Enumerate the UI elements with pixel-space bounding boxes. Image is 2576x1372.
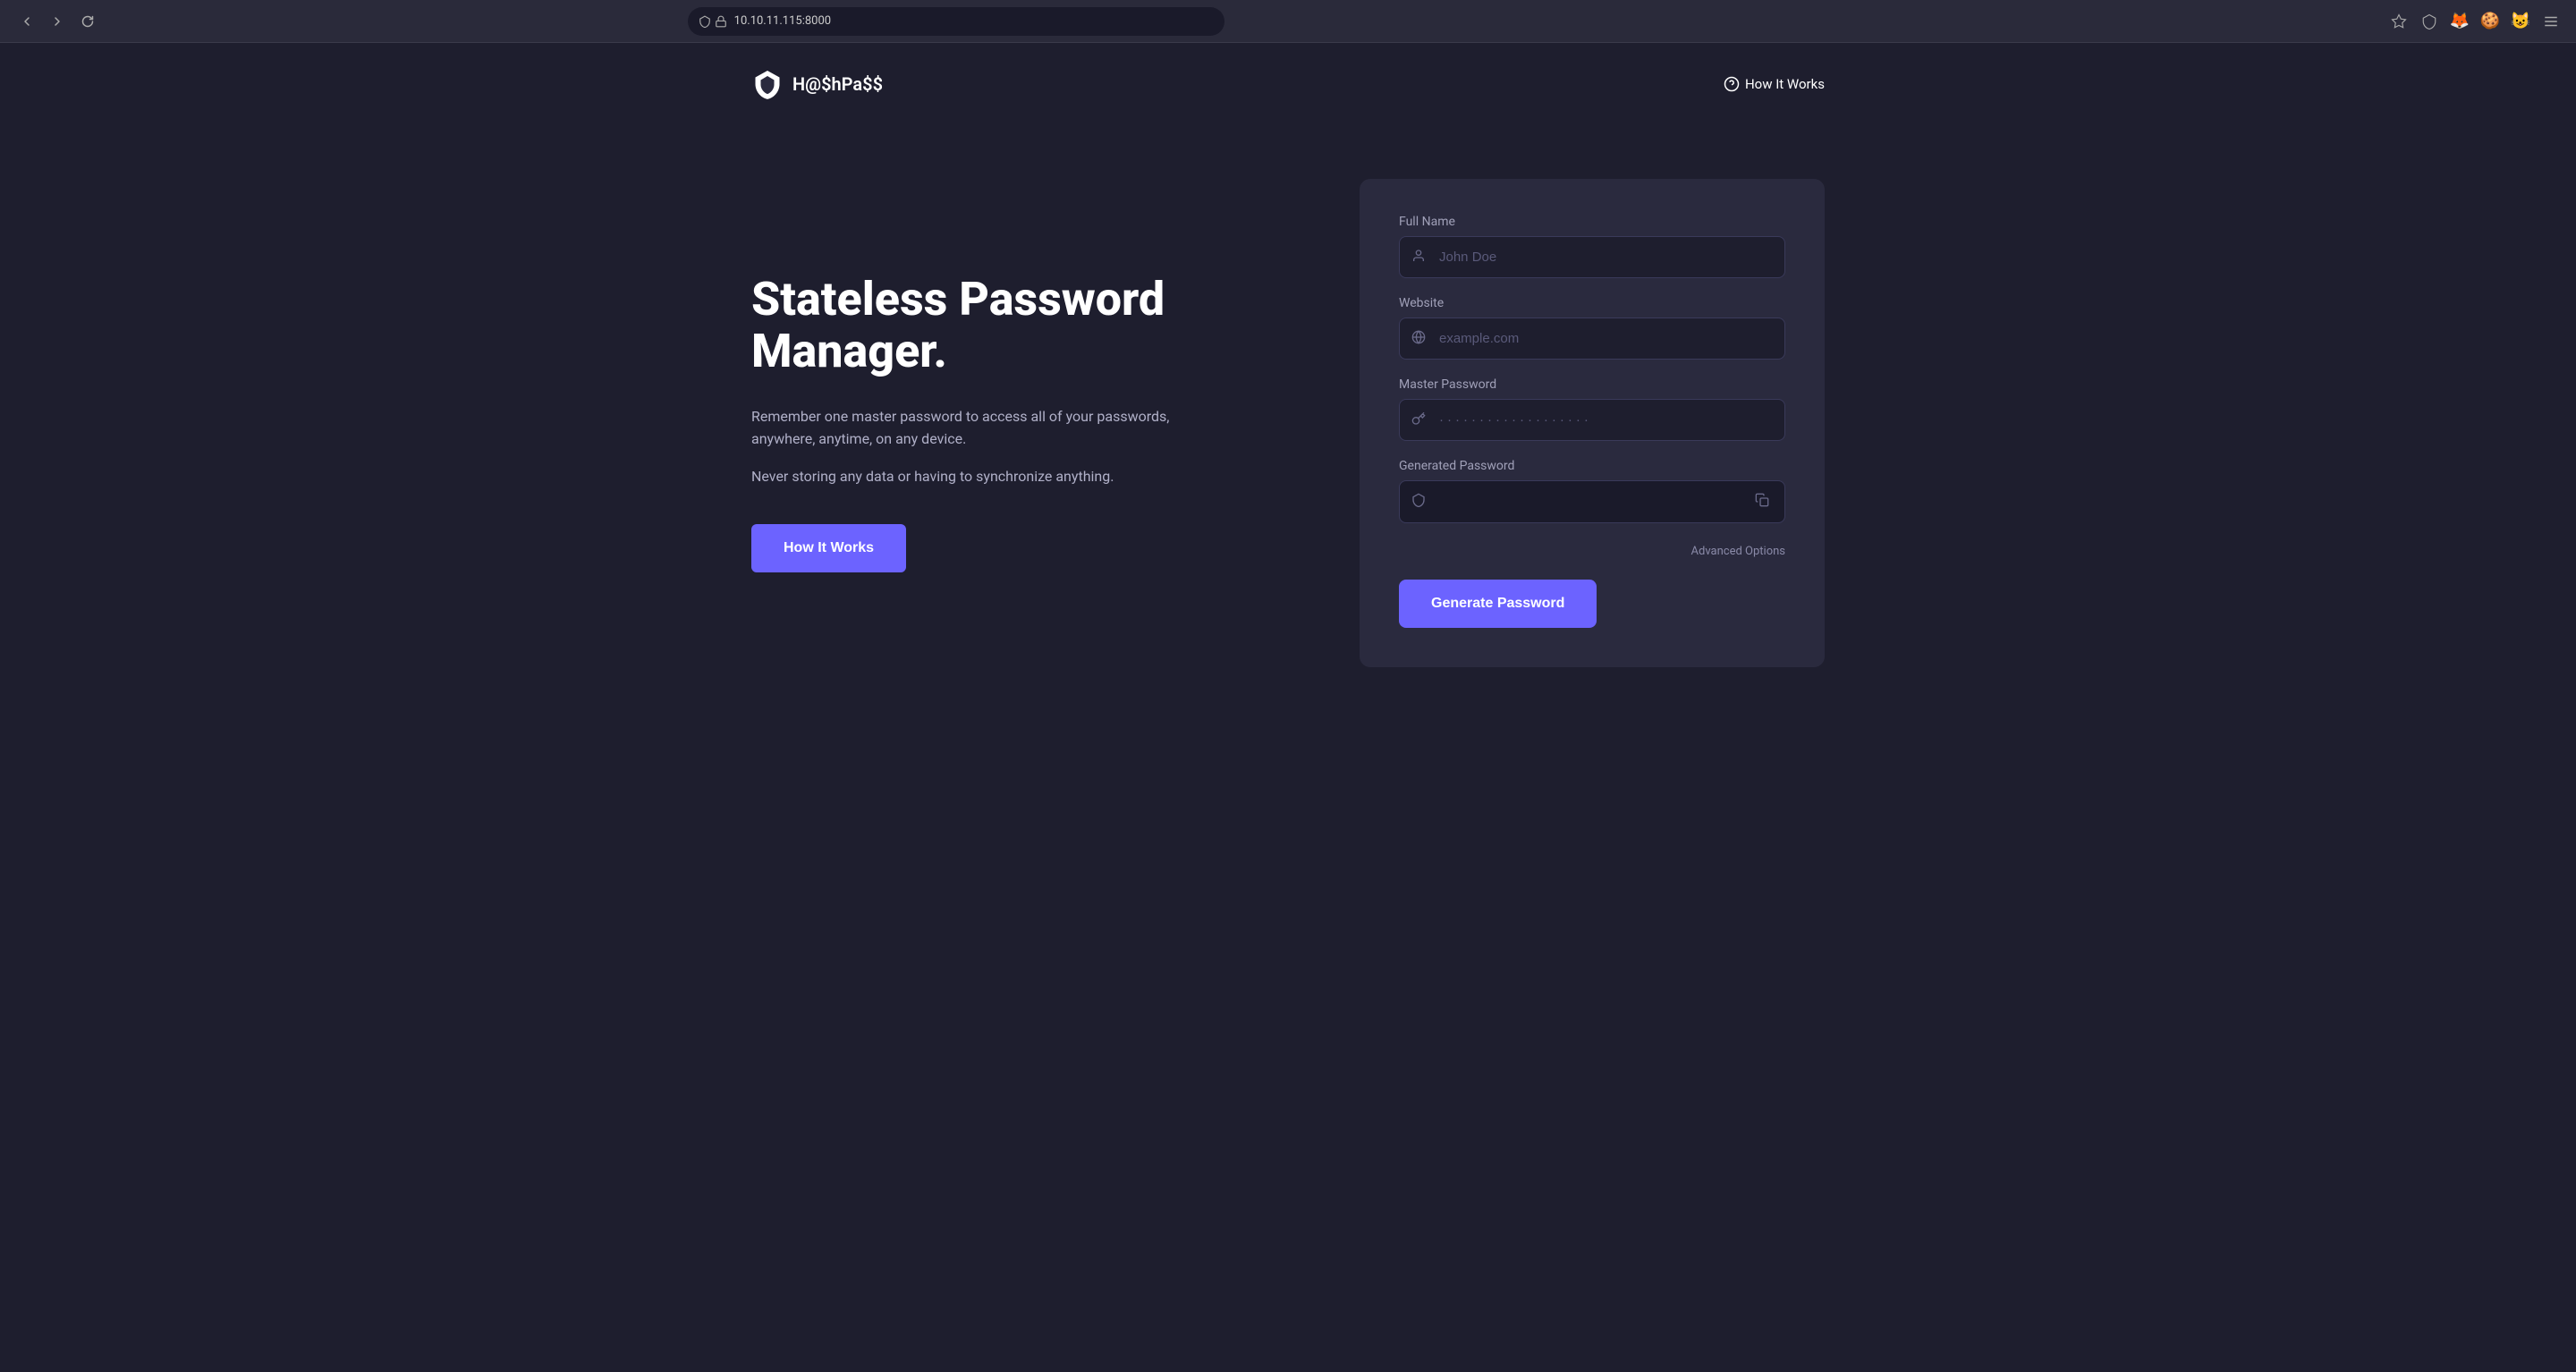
- advanced-options-link[interactable]: Advanced Options: [1691, 545, 1785, 558]
- master-password-input-wrapper: [1399, 399, 1785, 441]
- extension-1-icon[interactable]: 🦊: [2449, 11, 2470, 32]
- shield-browser-icon[interactable]: [2419, 11, 2440, 32]
- logo: H@$hPa$$: [751, 68, 883, 100]
- star-icon[interactable]: [2388, 11, 2410, 32]
- generated-password-group: Generated Password AMl.q2DHp?2.C/V0kNFU: [1399, 459, 1785, 523]
- app-container: H@$hPa$$ How It Works Stateless Password…: [716, 43, 1860, 721]
- forward-button[interactable]: [45, 9, 70, 34]
- browser-toolbar-right: 🦊 🍪 😺: [2388, 11, 2562, 32]
- website-input-wrapper: [1399, 318, 1785, 360]
- generated-password-input[interactable]: AMl.q2DHp?2.C/V0kNFU: [1399, 480, 1785, 523]
- generate-password-button[interactable]: Generate Password: [1399, 580, 1597, 628]
- how-it-works-nav-label: How It Works: [1745, 76, 1825, 92]
- logo-shield-icon: [751, 68, 784, 100]
- hero-description-1: Remember one master password to access a…: [751, 405, 1199, 451]
- website-label: Website: [1399, 296, 1785, 310]
- full-name-input-wrapper: [1399, 236, 1785, 278]
- full-name-input[interactable]: [1399, 236, 1785, 278]
- logo-text: H@$hPa$$: [792, 73, 883, 95]
- main-content: Stateless Password Manager. Remember one…: [751, 125, 1825, 721]
- extension-2-icon[interactable]: 🍪: [2479, 11, 2501, 32]
- hero-description-2: Never storing any data or having to sync…: [751, 465, 1199, 488]
- full-name-label: Full Name: [1399, 215, 1785, 229]
- advanced-options: Advanced Options: [1399, 541, 1785, 558]
- website-input[interactable]: [1399, 318, 1785, 360]
- address-bar[interactable]: 10.10.11.115:8000: [688, 7, 1224, 36]
- form-card: Full Name Website: [1360, 179, 1825, 667]
- full-name-group: Full Name: [1399, 215, 1785, 278]
- generated-password-label: Generated Password: [1399, 459, 1785, 473]
- copy-button[interactable]: [1751, 489, 1773, 515]
- hero-title: Stateless Password Manager.: [751, 274, 1199, 376]
- master-password-label: Master Password: [1399, 377, 1785, 392]
- url-text: 10.10.11.115:8000: [734, 14, 831, 28]
- app-header: H@$hPa$$ How It Works: [751, 43, 1825, 125]
- browser-chrome: 10.10.11.115:8000 🦊 🍪 😺: [0, 0, 2576, 43]
- master-password-group: Master Password: [1399, 377, 1785, 441]
- website-group: Website: [1399, 296, 1785, 360]
- refresh-button[interactable]: [75, 9, 100, 34]
- menu-icon[interactable]: [2540, 11, 2562, 32]
- how-it-works-button[interactable]: How It Works: [751, 524, 906, 572]
- address-bar-security: [699, 15, 727, 28]
- hero-section: Stateless Password Manager. Remember one…: [751, 274, 1199, 572]
- extension-3-icon[interactable]: 😺: [2510, 11, 2531, 32]
- how-it-works-nav-link[interactable]: How It Works: [1724, 76, 1825, 92]
- question-circle-icon: [1724, 76, 1740, 92]
- nav-buttons: [14, 9, 100, 34]
- back-button[interactable]: [14, 9, 39, 34]
- generated-password-wrapper: AMl.q2DHp?2.C/V0kNFU: [1399, 480, 1785, 523]
- master-password-input[interactable]: [1399, 399, 1785, 441]
